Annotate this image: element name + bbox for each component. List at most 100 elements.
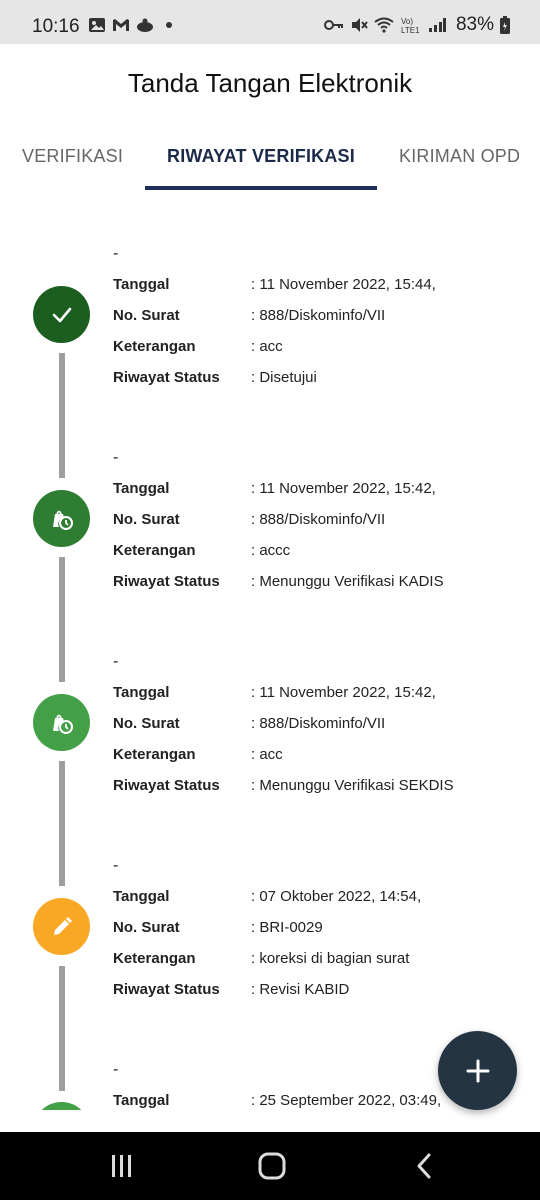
- field-label: No. Surat: [113, 307, 180, 324]
- field-label: Keterangan: [113, 542, 196, 559]
- mute-icon: [351, 18, 368, 32]
- status-time: 10:16: [32, 16, 80, 37]
- recent-apps-button[interactable]: [92, 1146, 152, 1186]
- field-label: Tanggal: [113, 1092, 170, 1109]
- field-value: : Disetujui: [251, 369, 317, 386]
- pending-icon: [52, 510, 73, 530]
- field-value: : acc: [251, 338, 283, 355]
- tab-verifikasi[interactable]: VERIFIKASI: [22, 146, 123, 167]
- item-title: -: [113, 245, 119, 262]
- approved-status-badge: [33, 286, 90, 343]
- edit-icon: [53, 916, 72, 935]
- tab-kiriman-opd[interactable]: KIRIMAN OPD: [399, 146, 520, 167]
- field-label: No. Surat: [113, 715, 180, 732]
- volte-icon: Vo)LTE1: [401, 17, 420, 34]
- detail-row-tanggal: Tanggal : 11 November 2022, 15:42,: [113, 684, 533, 714]
- field-value: : 07 Oktober 2022, 14:54,: [251, 888, 422, 905]
- svg-text:Vo): Vo): [401, 17, 413, 26]
- field-value: : BRI-0029: [251, 919, 323, 936]
- recent-apps-icon: [112, 1155, 131, 1177]
- field-value: : 11 November 2022, 15:44,: [251, 276, 436, 293]
- field-value: : 11 November 2022, 15:42,: [251, 684, 436, 701]
- home-button[interactable]: [242, 1146, 302, 1186]
- detail-row-tanggal: Tanggal : 11 November 2022, 15:42,: [113, 480, 533, 510]
- system-icons: Vo) LTE1 83%: [323, 14, 510, 36]
- detail-row-keterangan: Keterangan : acc: [113, 746, 533, 776]
- field-label: Riwayat Status: [113, 981, 220, 998]
- field-value: : Menunggu Verifikasi SEKDIS: [251, 777, 454, 794]
- battery-percent: 83%: [455, 14, 494, 35]
- pending-icon: [52, 714, 73, 734]
- home-icon: [258, 1152, 286, 1180]
- detail-row-tanggal: Tanggal : 07 Oktober 2022, 14:54,: [113, 888, 533, 918]
- item-title: -: [113, 449, 119, 466]
- detail-row-keterangan: Keterangan : koreksi di bagian surat: [113, 950, 533, 980]
- tab-riwayat-verifikasi[interactable]: RIWAYAT VERIFIKASI: [167, 146, 355, 167]
- field-label: Tanggal: [113, 684, 170, 701]
- pending-status-badge: [33, 694, 90, 751]
- detail-row-keterangan: Keterangan : accc: [113, 542, 533, 572]
- field-value: : 888/Diskominfo/VII: [251, 715, 386, 732]
- field-value: : 888/Diskominfo/VII: [251, 307, 386, 324]
- detail-row-tanggal: Tanggal : 11 November 2022, 15:44,: [113, 276, 533, 306]
- notification-icons: [88, 17, 172, 33]
- system-navigation-bar: [0, 1132, 540, 1200]
- timeline-connector: [59, 353, 65, 478]
- detail-row-no-surat: No. Surat : 888/Diskominfo/VII: [113, 511, 533, 541]
- field-label: No. Surat: [113, 919, 180, 936]
- field-label: No. Surat: [113, 511, 180, 528]
- check-icon: [52, 307, 71, 322]
- field-label: Keterangan: [113, 746, 196, 763]
- status-bar: 10:16 Vo) LTE1 83%: [0, 0, 540, 44]
- detail-row-no-surat: No. Surat : BRI-0029: [113, 919, 533, 949]
- timeline-connector: [59, 966, 65, 1091]
- field-value: : acc: [251, 746, 283, 763]
- pending-status-badge: [33, 490, 90, 547]
- add-button[interactable]: [438, 1031, 517, 1110]
- page-title: Tanda Tangan Elektronik: [127, 68, 413, 98]
- revision-status-badge: [33, 898, 90, 955]
- pending-status-badge: [33, 1102, 90, 1110]
- app-bar: Tanda Tangan Elektronik: [0, 44, 540, 122]
- gmail-icon: [113, 19, 129, 31]
- detail-row-keterangan: Keterangan : acc: [113, 338, 533, 368]
- back-icon: [417, 1153, 431, 1179]
- item-title: -: [113, 857, 119, 874]
- field-label: Riwayat Status: [113, 369, 220, 386]
- detail-row-riwayat-status: Riwayat Status : Revisi KABID: [113, 981, 533, 1011]
- timeline-connector: [59, 557, 65, 682]
- field-label: Keterangan: [113, 338, 196, 355]
- verification-history-list[interactable]: - Tanggal : 11 November 2022, 15:44, No.…: [0, 190, 540, 1110]
- field-label: Tanggal: [113, 888, 170, 905]
- key-icon: [323, 20, 343, 30]
- field-value: : Revisi KABID: [251, 981, 350, 998]
- field-value: : 25 September 2022, 03:49,: [251, 1092, 442, 1109]
- dot-icon: [166, 22, 172, 28]
- detail-row-no-surat: No. Surat : 888/Diskominfo/VII: [113, 715, 533, 745]
- detail-row-riwayat-status: Riwayat Status : Disetujui: [113, 369, 533, 399]
- field-value: : Menunggu Verifikasi KADIS: [251, 573, 444, 590]
- battery-icon: [500, 16, 510, 34]
- detail-row-riwayat-status: Riwayat Status : Menunggu Verifikasi KAD…: [113, 573, 533, 603]
- field-label: Tanggal: [113, 276, 170, 293]
- field-label: Riwayat Status: [113, 573, 220, 590]
- photo-icon: [89, 18, 105, 32]
- field-value: : koreksi di bagian surat: [251, 950, 410, 967]
- tab-bar: VERIFIKASI RIWAYAT VERIFIKASI KIRIMAN OP…: [0, 122, 540, 190]
- detail-row-no-surat: No. Surat : 888/Diskominfo/VII: [113, 307, 533, 337]
- field-label: Keterangan: [113, 950, 196, 967]
- timeline-connector: [59, 761, 65, 886]
- app-icon: [137, 18, 153, 32]
- field-value: : accc: [251, 542, 291, 559]
- signal-icon: [428, 18, 446, 32]
- svg-text:LTE1: LTE1: [401, 26, 420, 34]
- field-value: : 888/Diskominfo/VII: [251, 511, 386, 528]
- item-title: -: [113, 653, 119, 670]
- back-button[interactable]: [394, 1146, 454, 1186]
- field-label: Riwayat Status: [113, 777, 220, 794]
- wifi-icon: [374, 17, 394, 33]
- field-value: : 11 November 2022, 15:42,: [251, 480, 436, 497]
- item-title: -: [113, 1061, 119, 1078]
- detail-row-riwayat-status: Riwayat Status : Menunggu Verifikasi SEK…: [113, 777, 533, 807]
- field-label: Tanggal: [113, 480, 170, 497]
